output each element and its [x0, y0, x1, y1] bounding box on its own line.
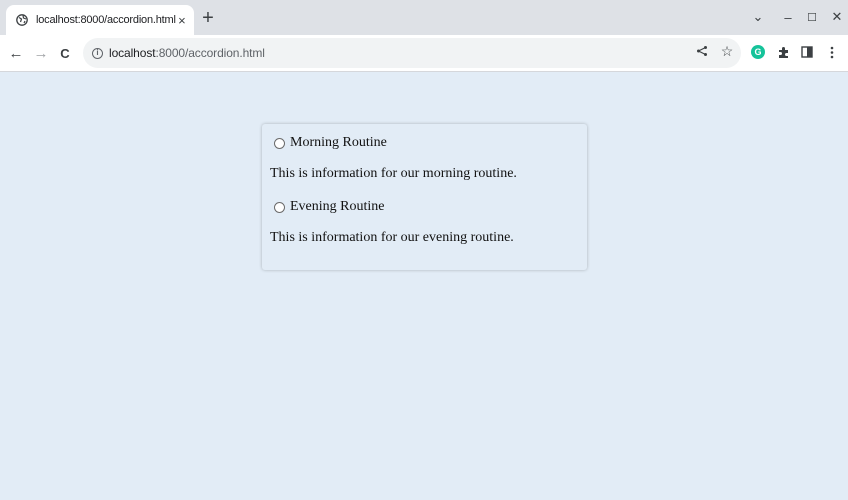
accordion: Morning Routine This is information for …	[262, 124, 587, 270]
tab-strip: localhost:8000/accordion.html × + ⌄ – ☐ …	[0, 0, 848, 35]
forward-icon[interactable]: →	[31, 43, 51, 63]
radio-button[interactable]	[274, 201, 285, 213]
page-viewport: Morning Routine This is information for …	[0, 72, 848, 500]
radio-button[interactable]	[274, 137, 285, 149]
bookmark-star-icon[interactable]: ☆	[719, 43, 735, 59]
tab-search-icon[interactable]: ⌄	[750, 8, 766, 26]
accordion-title: Evening Routine	[290, 199, 385, 214]
grammarly-letter: G	[751, 45, 765, 59]
accordion-item-morning: Morning Routine This is information for …	[270, 134, 579, 184]
url-path: :8000/accordion.html	[155, 46, 265, 60]
close-window-icon[interactable]: ✕	[829, 8, 845, 26]
tab-title: localhost:8000/accordion.html	[36, 14, 176, 26]
back-icon[interactable]: ←	[6, 43, 26, 63]
new-tab-button[interactable]: +	[199, 8, 217, 28]
menu-icon[interactable]	[824, 44, 840, 60]
accordion-header[interactable]: Evening Routine	[274, 198, 579, 216]
accordion-content: This is information for our evening rout…	[270, 230, 514, 245]
share-icon[interactable]	[694, 43, 710, 59]
browser-tab[interactable]: localhost:8000/accordion.html ×	[6, 5, 194, 35]
accordion-item-evening: Evening Routine This is information for …	[270, 198, 579, 248]
browser-toolbar: ← → C i localhost :8000/accordion.html ☆…	[0, 35, 848, 72]
grammarly-icon[interactable]: G	[750, 44, 766, 60]
globe-icon	[16, 14, 28, 26]
accordion-title: Morning Routine	[290, 135, 387, 150]
extensions-icon[interactable]	[775, 44, 791, 60]
reload-icon[interactable]: C	[55, 43, 75, 63]
site-info-icon[interactable]: i	[92, 47, 103, 59]
accordion-content: This is information for our morning rout…	[270, 166, 517, 181]
side-panel-icon[interactable]	[799, 44, 815, 60]
url-host: localhost	[109, 46, 156, 60]
minimize-icon[interactable]: –	[780, 8, 796, 26]
tab-close-icon[interactable]: ×	[176, 11, 188, 29]
address-bar[interactable]: i localhost :8000/accordion.html	[83, 38, 741, 68]
maximize-icon[interactable]: ☐	[804, 8, 820, 26]
accordion-header[interactable]: Morning Routine	[274, 134, 579, 152]
